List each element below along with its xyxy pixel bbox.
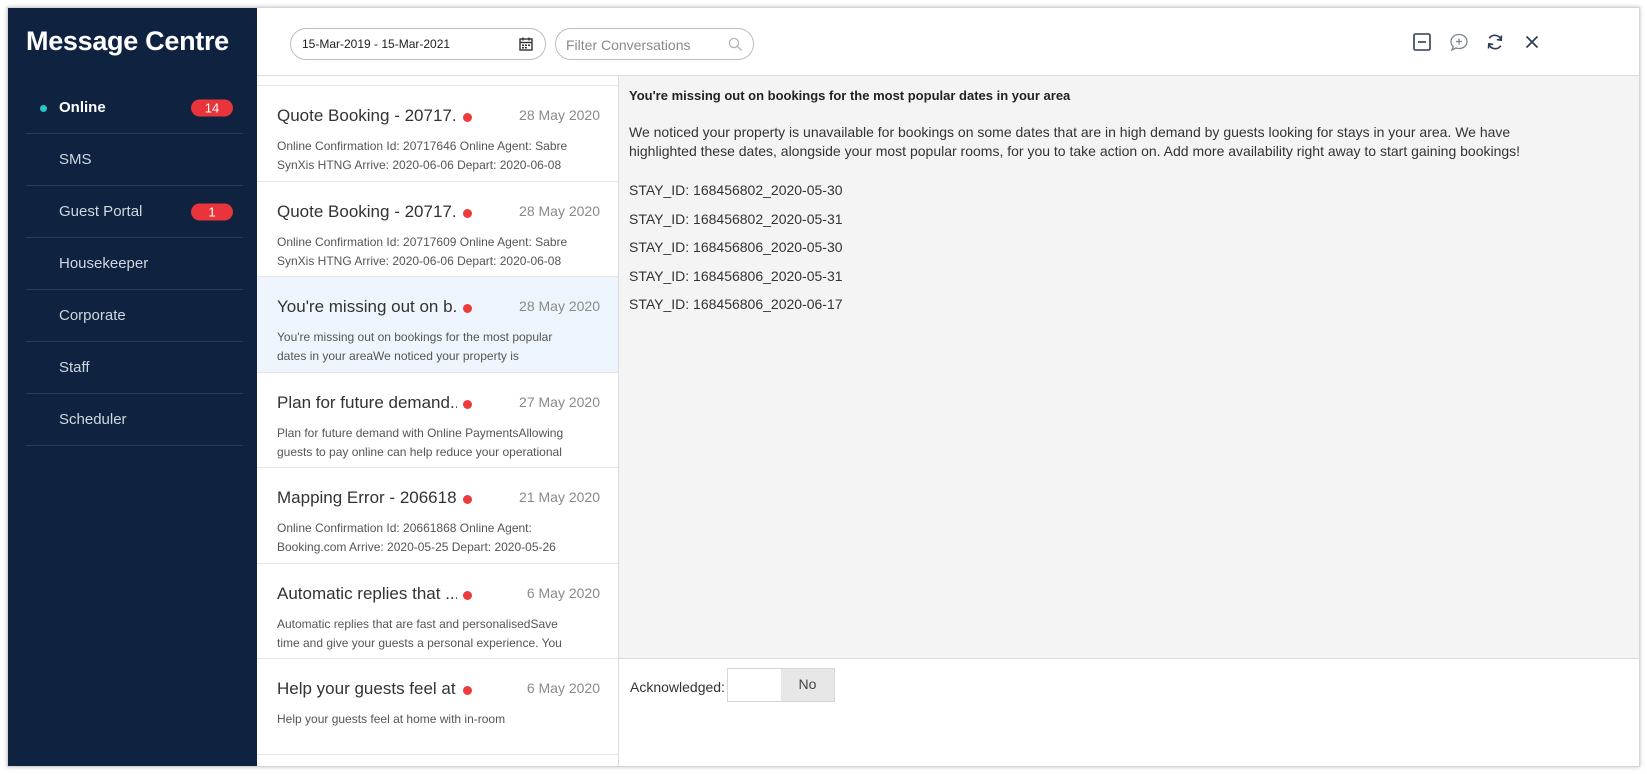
message-heading: You're missing out on bookings for the m… bbox=[629, 88, 1071, 103]
stay-id-line: STAY_ID: 168456806_2020-05-31 bbox=[629, 267, 843, 284]
conversation-preview: Plan for future demand with Online Payme… bbox=[277, 425, 564, 459]
conversation-item[interactable]: Quote Booking - 20717... 28 May 2020 Onl… bbox=[257, 86, 618, 182]
conversation-preview: Online Confirmation Id: 20717609 Online … bbox=[277, 234, 568, 268]
sidebar-item-scheduler[interactable]: Scheduler bbox=[26, 394, 243, 446]
acknowledged-toggle[interactable]: No bbox=[727, 668, 835, 702]
unread-count-badge: 1 bbox=[191, 203, 233, 220]
refresh-icon[interactable] bbox=[1485, 32, 1505, 52]
acknowledged-label: Acknowledged: bbox=[630, 679, 725, 695]
unread-dot-icon bbox=[463, 399, 472, 409]
conversation-preview: Online Confirmation Id: 20717646 Online … bbox=[277, 139, 568, 172]
sidebar-item-label: Corporate bbox=[59, 307, 126, 324]
conversation-item[interactable]: Mapping Error - 206618... 21 May 2020 On… bbox=[257, 468, 618, 564]
unread-dot-icon bbox=[463, 208, 472, 218]
conversation-preview: Help your guests feel at home with in-ro… bbox=[277, 712, 506, 726]
unread-dot-icon bbox=[463, 590, 472, 600]
sidebar-item-online[interactable]: Online 14 bbox=[26, 82, 243, 134]
sidebar-item-label: Scheduler bbox=[59, 411, 127, 428]
minimize-icon[interactable] bbox=[1412, 32, 1432, 52]
calendar-icon bbox=[519, 37, 533, 51]
toggle-knob bbox=[728, 669, 782, 701]
filter-conversations-field[interactable] bbox=[555, 28, 754, 60]
close-icon[interactable] bbox=[1522, 32, 1542, 52]
conversation-title: Mapping Error - 206618... bbox=[277, 488, 457, 507]
sidebar-item-sms[interactable]: SMS bbox=[26, 134, 243, 186]
conversation-date: 28 May 2020 bbox=[519, 298, 600, 314]
conversation-item-selected[interactable]: You're missing out on b... 28 May 2020 Y… bbox=[257, 277, 618, 373]
new-message-icon[interactable] bbox=[1449, 32, 1469, 52]
list-item-partial bbox=[257, 76, 618, 86]
sidebar-item-label: SMS bbox=[59, 151, 92, 168]
conversation-item[interactable]: Quote Booking - 20717... 28 May 2020 Onl… bbox=[257, 182, 618, 277]
conversation-date: 28 May 2020 bbox=[519, 202, 600, 219]
app-title: Message Centre bbox=[26, 26, 229, 56]
date-range-picker[interactable]: 15-Mar-2019 - 15-Mar-2021 bbox=[290, 28, 546, 60]
conversation-date: 27 May 2020 bbox=[519, 393, 600, 410]
filter-conversations-input[interactable] bbox=[566, 35, 726, 55]
message-centre-window: Message Centre Online 14 SMS Guest Porta… bbox=[7, 7, 1640, 767]
stay-id-line: STAY_ID: 168456806_2020-05-30 bbox=[629, 239, 843, 256]
unread-dot-icon bbox=[463, 495, 472, 504]
sidebar-item-label: Online bbox=[59, 99, 106, 116]
conversation-date: 28 May 2020 bbox=[519, 107, 600, 123]
conversation-date: 6 May 2020 bbox=[526, 680, 600, 696]
conversation-list[interactable]: Quote Booking - 20717... 28 May 2020 Onl… bbox=[257, 76, 619, 766]
unread-dot-icon bbox=[463, 686, 472, 695]
conversation-title: You're missing out on b... bbox=[277, 297, 457, 316]
unread-count-badge: 14 bbox=[191, 99, 233, 116]
stay-id-line: STAY_ID: 168456802_2020-05-31 bbox=[629, 210, 843, 227]
unread-dot-icon bbox=[463, 304, 472, 313]
conversation-date: 21 May 2020 bbox=[519, 489, 600, 505]
conversation-item[interactable]: Help your guests feel at... 6 May 2020 H… bbox=[257, 659, 618, 755]
sidebar-nav: Online 14 SMS Guest Portal 1 Housekeeper… bbox=[26, 82, 243, 446]
conversation-title: Help your guests feel at... bbox=[277, 679, 457, 698]
conversation-preview: You're missing out on bookings for the m… bbox=[277, 330, 553, 363]
sidebar: Message Centre Online 14 SMS Guest Porta… bbox=[8, 8, 257, 766]
conversation-preview: Online Confirmation Id: 20661868 Online … bbox=[277, 521, 556, 554]
sidebar-item-guest-portal[interactable]: Guest Portal 1 bbox=[26, 186, 243, 238]
message-detail: You're missing out on bookings for the m… bbox=[619, 76, 1639, 658]
conversation-title: Plan for future demand... bbox=[277, 392, 457, 412]
toolbar: 15-Mar-2019 - 15-Mar-2021 bbox=[257, 8, 1639, 76]
conversation-preview: Automatic replies that are fast and pers… bbox=[277, 616, 562, 650]
message-footer: Acknowledged: No bbox=[619, 658, 1639, 766]
sidebar-item-staff[interactable]: Staff bbox=[26, 342, 243, 394]
sidebar-item-label: Guest Portal bbox=[59, 203, 143, 220]
active-dot-icon bbox=[40, 104, 47, 112]
date-range-value: 15-Mar-2019 - 15-Mar-2021 bbox=[302, 37, 451, 51]
conversation-date: 6 May 2020 bbox=[526, 584, 600, 601]
message-body: We noticed your property is unavailable … bbox=[629, 124, 1521, 159]
conversation-title: Quote Booking - 20717... bbox=[277, 106, 457, 125]
search-icon bbox=[728, 37, 742, 51]
sidebar-item-corporate[interactable]: Corporate bbox=[26, 290, 243, 342]
conversation-title: Quote Booking - 20717... bbox=[277, 201, 457, 221]
conversation-item[interactable]: Automatic replies that ... 6 May 2020 Au… bbox=[257, 564, 618, 659]
sidebar-item-label: Staff bbox=[59, 359, 90, 376]
sidebar-item-housekeeper[interactable]: Housekeeper bbox=[26, 238, 243, 290]
toggle-state: No bbox=[781, 669, 834, 701]
unread-dot-icon bbox=[463, 113, 472, 122]
stay-id-line: STAY_ID: 168456802_2020-05-30 bbox=[629, 182, 843, 198]
conversation-item[interactable]: Plan for future demand... 27 May 2020 Pl… bbox=[257, 373, 618, 468]
sidebar-item-label: Housekeeper bbox=[59, 255, 149, 272]
stay-id-line: STAY_ID: 168456806_2020-06-17 bbox=[629, 296, 843, 313]
conversation-title: Automatic replies that ... bbox=[277, 583, 457, 603]
